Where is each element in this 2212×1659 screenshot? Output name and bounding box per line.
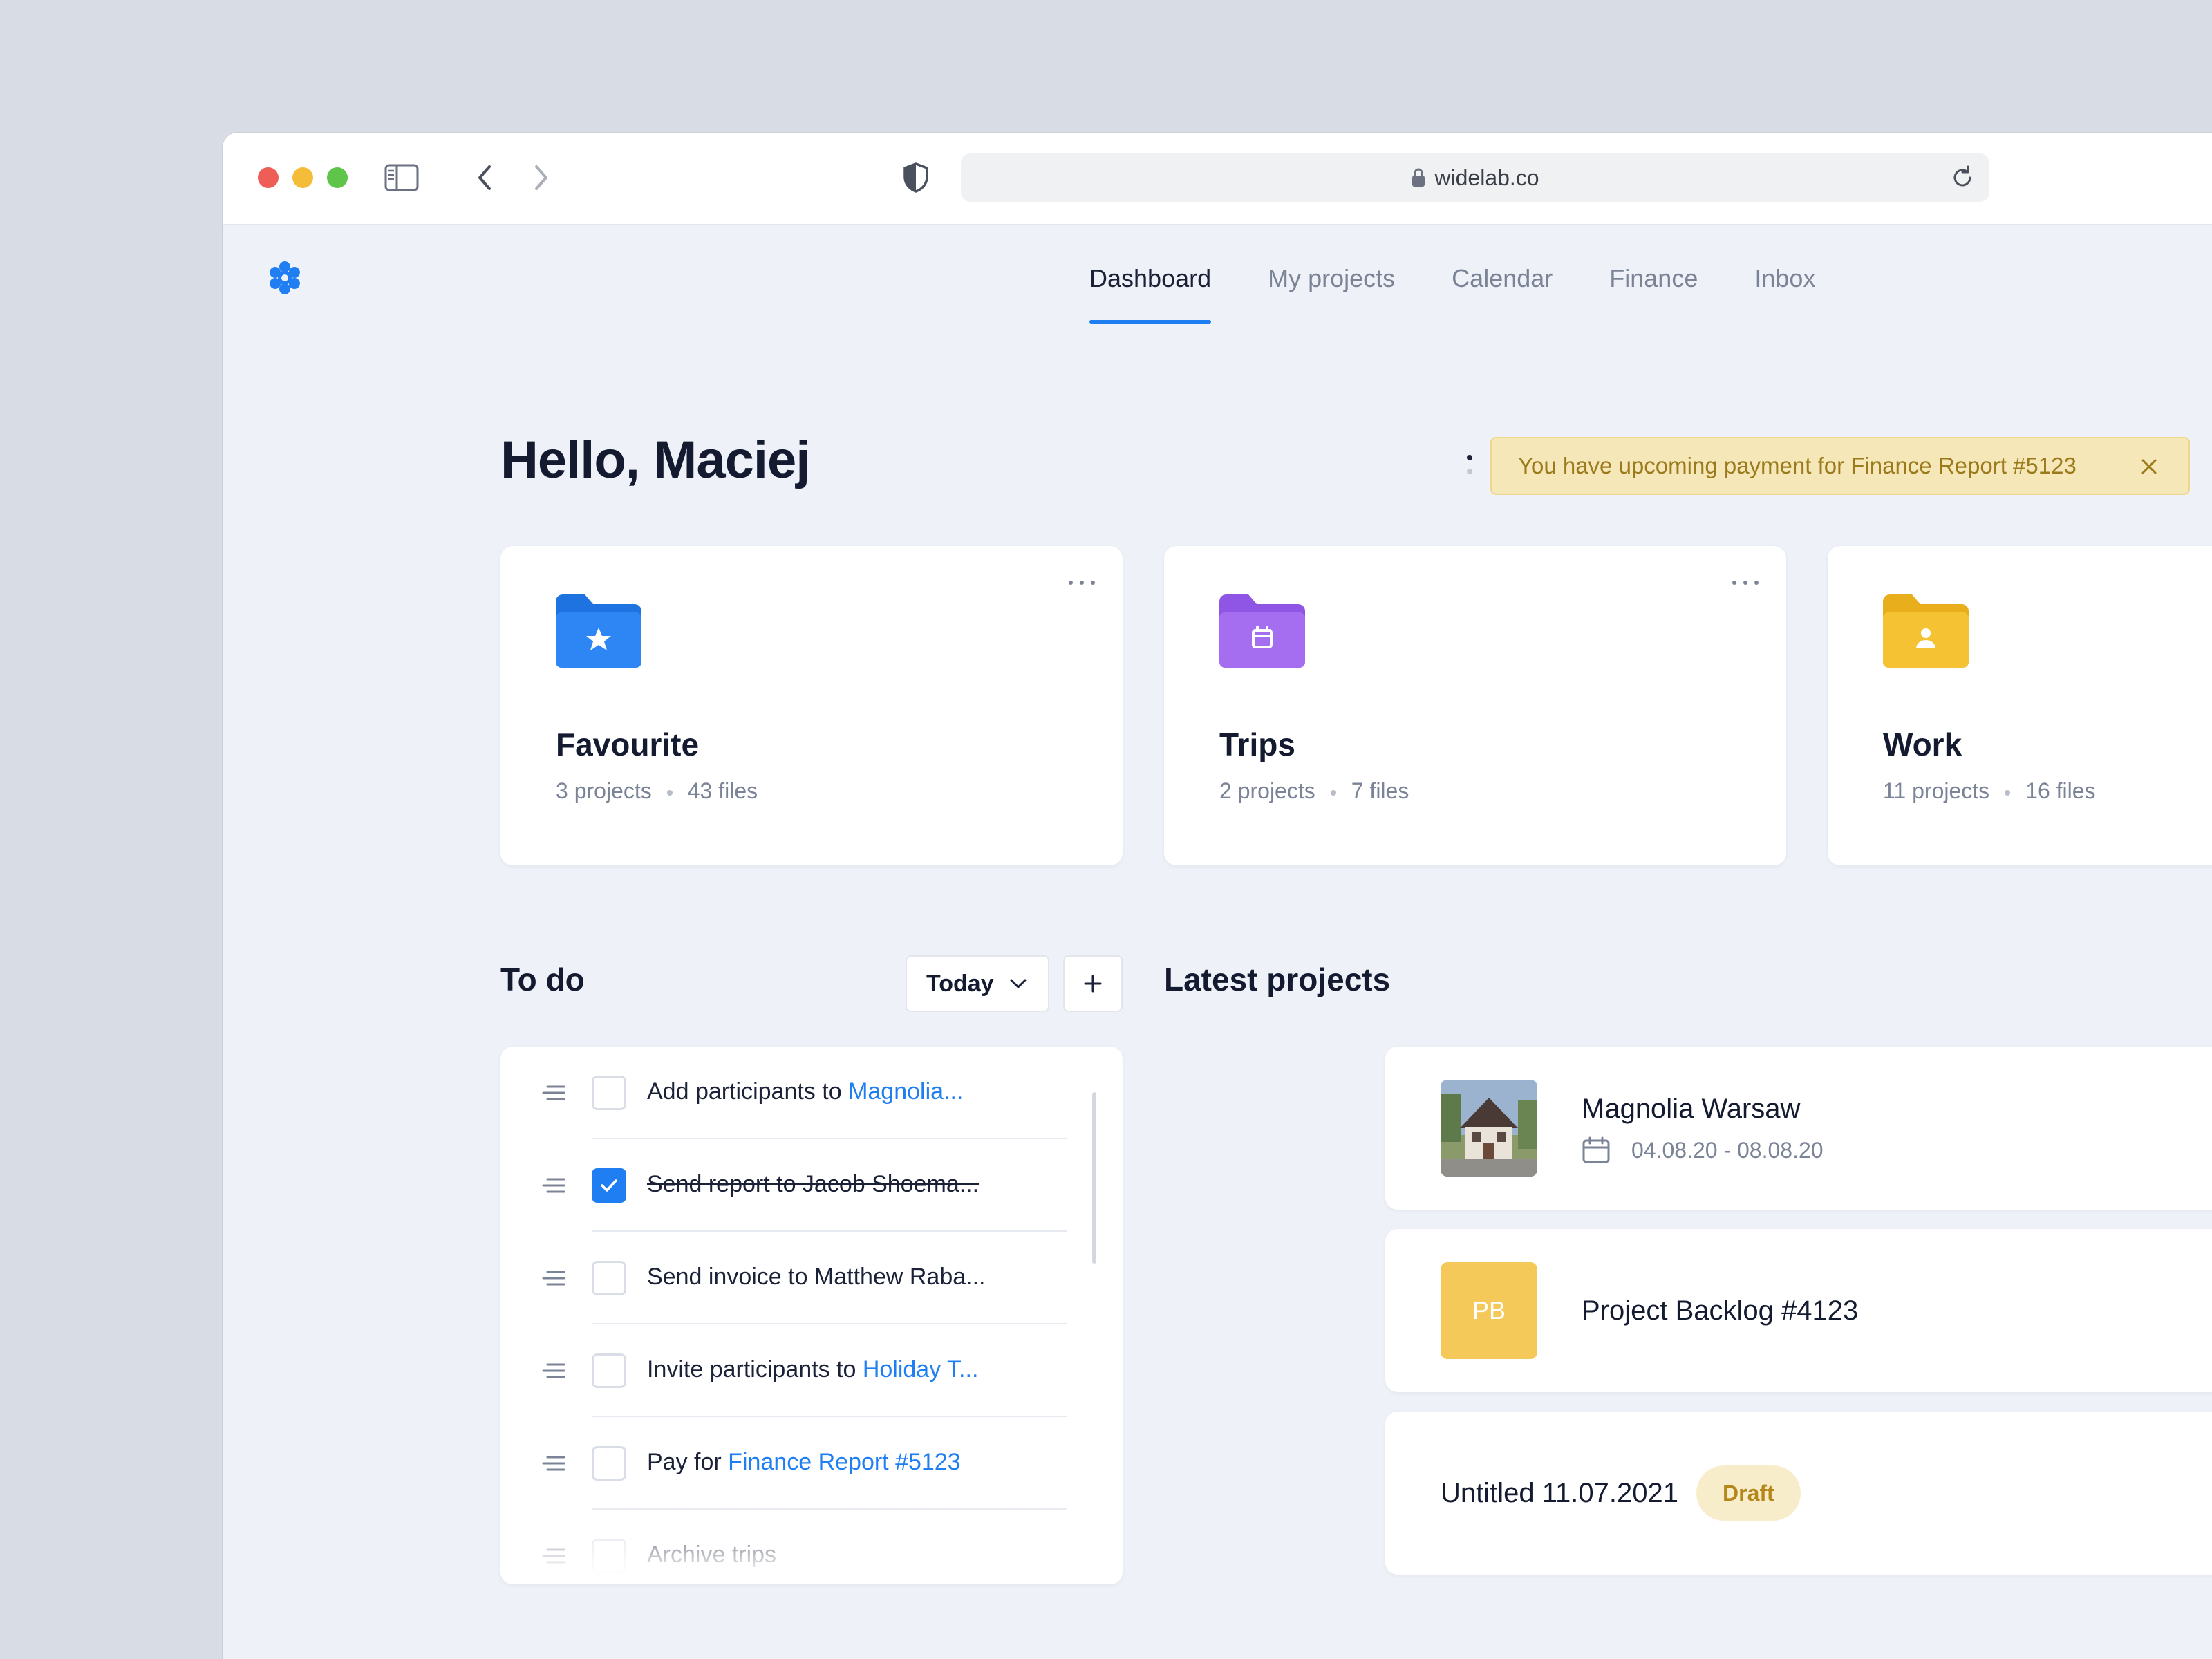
folder-star-icon xyxy=(556,594,641,668)
project-card-magnolia[interactable]: Magnolia Warsaw 04.08.20 - 08.08.20 P M … xyxy=(1385,1047,2212,1210)
todo-checkbox[interactable] xyxy=(592,1261,626,1295)
todo-link[interactable]: Finance Report #5123 xyxy=(728,1449,960,1475)
todo-title: To do xyxy=(500,962,585,997)
todo-text: Send report to Jacob Shoema... xyxy=(647,1171,980,1197)
folder-card-work[interactable]: Work 11 projects 16 files xyxy=(1828,546,2212,865)
forward-arrow-icon[interactable] xyxy=(524,160,559,195)
todo-text: Add participants to Magnolia... xyxy=(647,1078,964,1105)
todo-item[interactable]: Archive trips xyxy=(500,1510,1123,1584)
todo-checkbox[interactable] xyxy=(592,1353,626,1388)
folder-name: Favourite xyxy=(556,727,700,762)
todo-scrollbar[interactable] xyxy=(1092,1092,1096,1264)
separator-dot xyxy=(2005,789,2011,796)
folder-calendar-icon xyxy=(1219,594,1305,668)
drag-handle-icon[interactable] xyxy=(542,1084,565,1102)
todo-item[interactable]: Send report to Jacob Shoema... xyxy=(500,1139,1123,1232)
browser-toolbar: widelab.co xyxy=(223,133,2212,225)
checkmark-icon xyxy=(601,1179,617,1192)
folder-card-favourite[interactable]: Favourite 3 projects 43 files xyxy=(500,546,1123,865)
filter-label: Today xyxy=(926,970,994,997)
todo-link[interactable]: Holiday T... xyxy=(863,1356,979,1382)
drag-handle-icon[interactable] xyxy=(542,1177,565,1194)
file-count: 43 files xyxy=(687,778,758,803)
back-arrow-icon[interactable] xyxy=(467,160,502,195)
sidebar-toggle-icon[interactable] xyxy=(384,160,419,195)
todo-text: Send invoice to Matthew Raba... xyxy=(647,1264,986,1290)
project-card-backlog[interactable]: PB Project Backlog #4123 G Z D +4 xyxy=(1385,1229,2212,1392)
project-count: 2 projects xyxy=(1219,778,1315,803)
todo-link[interactable]: Magnolia... xyxy=(848,1078,963,1105)
project-card-untitled[interactable]: Untitled 11.07.2021 Draft xyxy=(1385,1412,2212,1575)
todo-item[interactable]: Send invoice to Matthew Raba... xyxy=(500,1232,1123,1324)
lock-icon xyxy=(1412,168,1425,187)
folder-meta: 2 projects 7 files xyxy=(1219,778,1409,804)
drag-handle-icon[interactable] xyxy=(1465,452,1474,480)
separator-dot xyxy=(1330,789,1336,796)
status-badge: Draft xyxy=(1696,1465,1801,1521)
maximize-window-button[interactable] xyxy=(327,167,348,188)
main-nav: Dashboard My projects Calendar Finance I… xyxy=(1089,264,1872,324)
tab-dashboard[interactable]: Dashboard xyxy=(1089,264,1212,324)
folder-name: Work xyxy=(1883,727,1962,762)
folder-meta: 11 projects 16 files xyxy=(1883,778,2096,804)
file-count: 7 files xyxy=(1351,778,1409,803)
project-initials-thumbnail: PB xyxy=(1441,1262,1537,1359)
drag-handle-icon[interactable] xyxy=(542,1547,565,1565)
project-count: 3 projects xyxy=(556,778,652,803)
todo-text: Pay for Finance Report #5123 xyxy=(647,1449,961,1475)
project-thumbnail xyxy=(1441,1080,1537,1177)
add-todo-button[interactable] xyxy=(1063,955,1123,1012)
todo-text: Invite participants to Holiday T... xyxy=(647,1356,979,1382)
page-title: Hello, Maciej xyxy=(500,431,810,489)
project-name: Untitled 11.07.2021 xyxy=(1441,1478,1678,1508)
todo-text: Archive trips xyxy=(647,1541,777,1568)
folder-name: Trips xyxy=(1219,727,1295,762)
today-filter-dropdown[interactable]: Today xyxy=(906,955,1049,1012)
file-count: 16 files xyxy=(2025,778,2096,803)
date-range: 04.08.20 - 08.08.20 xyxy=(1631,1137,1824,1163)
todo-list: Add participants to Magnolia... Send rep… xyxy=(500,1047,1123,1584)
todo-item[interactable]: Invite participants to Holiday T... xyxy=(500,1324,1123,1417)
minimize-window-button[interactable] xyxy=(292,167,313,188)
folder-card-trips[interactable]: Trips 2 projects 7 files xyxy=(1164,546,1786,865)
todo-item[interactable]: Pay for Finance Report #5123 xyxy=(500,1417,1123,1510)
project-name: Project Backlog #4123 xyxy=(1582,1295,1859,1326)
more-options-icon[interactable] xyxy=(1067,578,1096,588)
project-name: Magnolia Warsaw xyxy=(1582,1094,1801,1124)
project-count: 11 projects xyxy=(1883,778,1990,803)
latest-projects-title: Latest projects xyxy=(1164,962,1391,997)
drag-handle-icon[interactable] xyxy=(542,1454,565,1472)
reload-icon[interactable] xyxy=(1948,163,1977,192)
todo-checkbox[interactable] xyxy=(592,1446,626,1481)
tab-inbox[interactable]: Inbox xyxy=(1754,264,1815,324)
more-options-icon[interactable] xyxy=(1731,578,1760,588)
calendar-icon xyxy=(1582,1136,1610,1163)
drag-handle-icon[interactable] xyxy=(542,1362,565,1380)
app-logo-icon[interactable] xyxy=(264,257,306,299)
todo-item[interactable]: Add participants to Magnolia... xyxy=(500,1047,1123,1139)
shield-icon[interactable] xyxy=(899,160,933,195)
project-date: 04.08.20 - 08.08.20 xyxy=(1582,1136,1824,1164)
plus-icon xyxy=(1084,975,1102,993)
todo-checkbox-checked[interactable] xyxy=(592,1168,626,1203)
alert-text: You have upcoming payment for Finance Re… xyxy=(1518,453,2077,478)
tab-calendar[interactable]: Calendar xyxy=(1452,264,1553,324)
close-icon[interactable] xyxy=(2140,458,2158,476)
folder-person-icon xyxy=(1883,594,1969,668)
address-bar[interactable]: widelab.co xyxy=(961,153,1989,202)
folder-meta: 3 projects 43 files xyxy=(556,778,758,804)
chevron-down-icon xyxy=(1010,979,1027,988)
separator-dot xyxy=(666,789,673,796)
tab-finance[interactable]: Finance xyxy=(1609,264,1698,324)
tab-my-projects[interactable]: My projects xyxy=(1268,264,1395,324)
close-window-button[interactable] xyxy=(258,167,279,188)
drag-handle-icon[interactable] xyxy=(542,1269,565,1287)
todo-checkbox[interactable] xyxy=(592,1076,626,1110)
payment-alert: You have upcoming payment for Finance Re… xyxy=(1490,437,2190,495)
browser-window: widelab.co Dashboard My projects Calenda… xyxy=(223,133,2212,1659)
todo-checkbox[interactable] xyxy=(592,1539,626,1573)
url-text: widelab.co xyxy=(1434,165,1539,190)
